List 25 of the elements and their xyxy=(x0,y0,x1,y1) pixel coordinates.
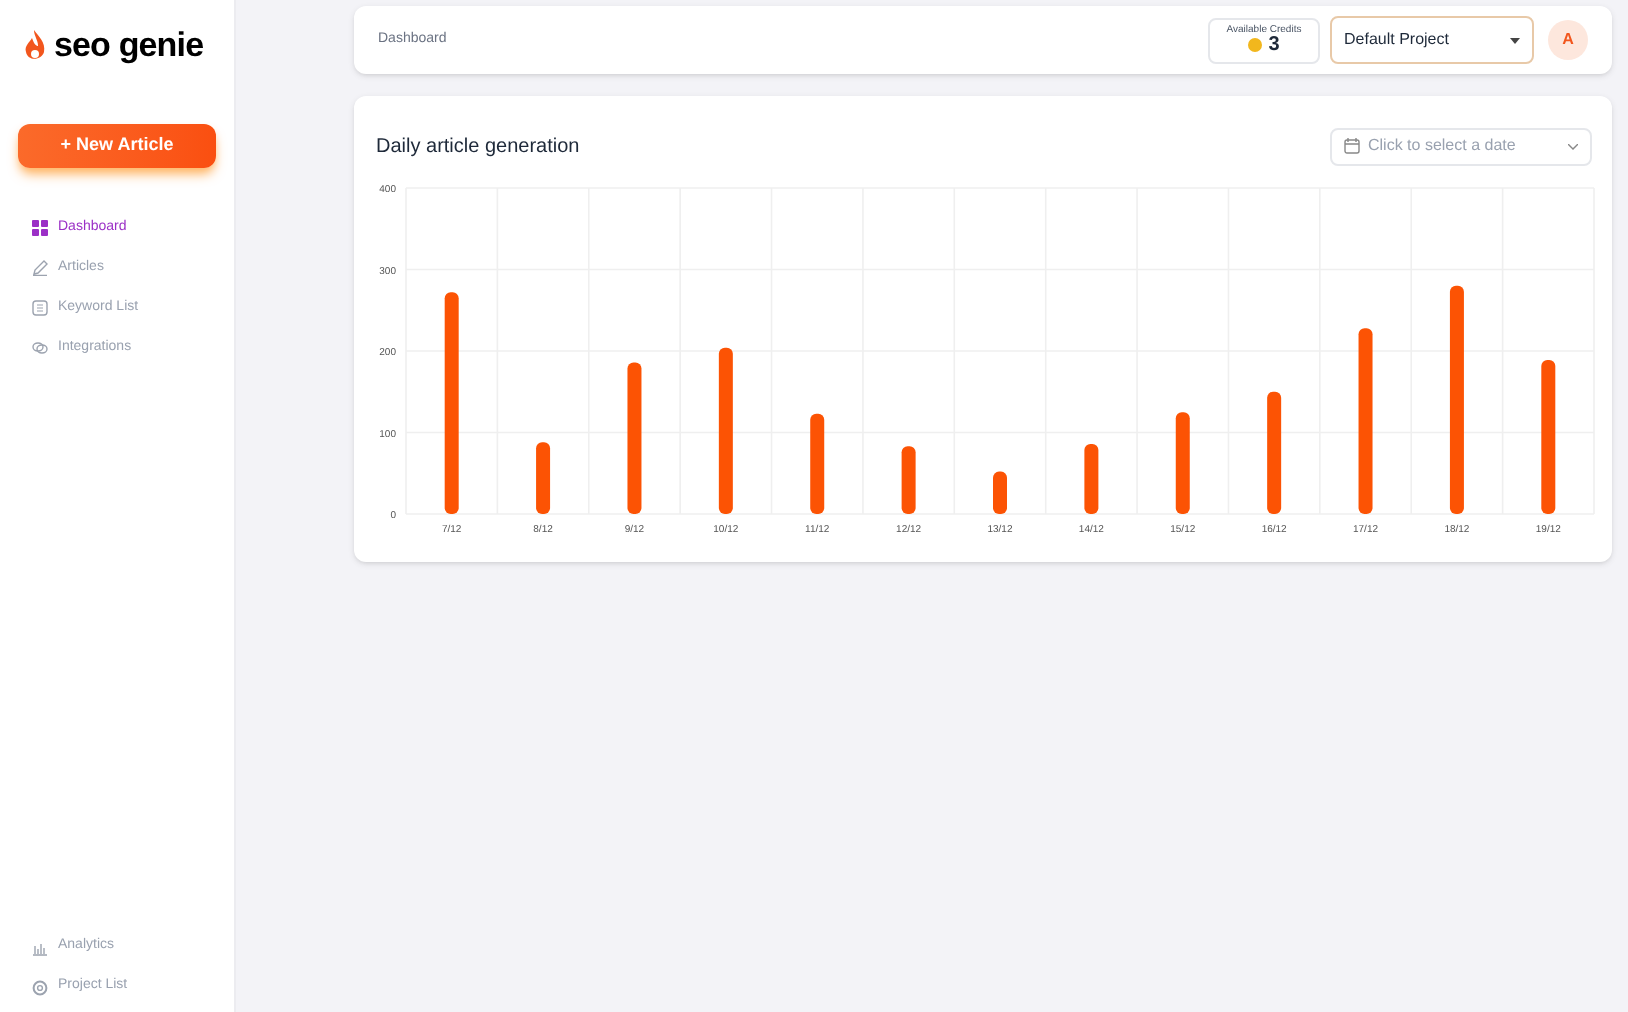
chevron-down-icon xyxy=(1568,143,1578,149)
bar xyxy=(536,442,551,514)
date-picker[interactable]: Click to select a date xyxy=(1330,127,1592,165)
coin-icon xyxy=(1248,38,1263,52)
flame-logo-icon xyxy=(24,29,46,62)
bar xyxy=(1175,412,1190,514)
gear-icon xyxy=(32,979,48,995)
bar xyxy=(1084,443,1099,514)
bar xyxy=(810,413,825,514)
chart-title: Daily article generation xyxy=(376,133,580,161)
logo-text: seo genie xyxy=(54,24,204,68)
pencil-icon xyxy=(32,260,48,276)
bar-chart-icon xyxy=(32,939,48,955)
caret-icon xyxy=(1510,37,1520,43)
list-icon xyxy=(32,300,48,316)
bar xyxy=(993,471,1007,514)
avatar[interactable]: A xyxy=(1548,20,1588,60)
project-dropdown[interactable]: Default Project xyxy=(1330,16,1534,64)
bar xyxy=(1267,391,1282,514)
bar xyxy=(901,446,916,514)
credits-value: 3 xyxy=(1268,35,1280,55)
grid-icon xyxy=(32,220,48,236)
chat-bubbles-icon xyxy=(32,340,48,356)
calendar-icon xyxy=(1344,138,1360,154)
new-article-button[interactable]: + New Article xyxy=(18,123,216,167)
